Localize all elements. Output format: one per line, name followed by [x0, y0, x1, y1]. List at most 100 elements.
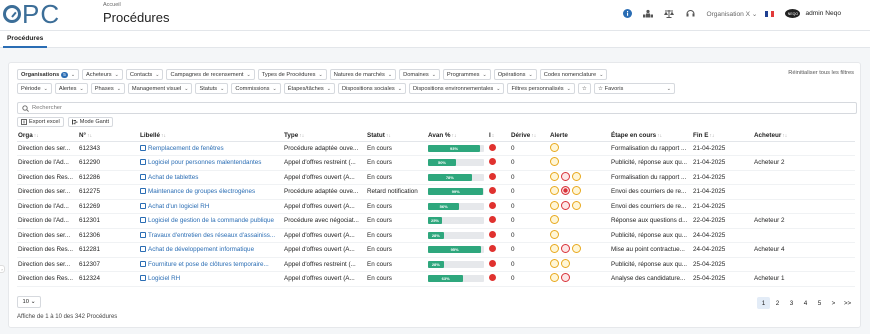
warning-face-icon[interactable]: [550, 229, 559, 239]
column-header[interactable]: Étape en cours↑↓: [610, 130, 692, 142]
page-button[interactable]: >>: [841, 297, 854, 309]
warning-face-icon[interactable]: [550, 171, 559, 181]
sort-icon[interactable]: ↑↓: [531, 133, 536, 139]
warning-face-icon[interactable]: [550, 215, 559, 225]
procedure-link[interactable]: Achat de tablettes: [148, 174, 198, 181]
procedure-link[interactable]: Achat de développement informatique: [148, 246, 254, 253]
warning-face-icon[interactable]: [550, 244, 559, 254]
info-icon[interactable]: [622, 9, 632, 19]
favorites-select[interactable]: ☆ Favoris ⌄: [593, 83, 675, 94]
user-name[interactable]: admin Neqo: [805, 10, 841, 17]
table-row[interactable]: Direction des Res... 612324 Logiciel RH App…: [17, 271, 855, 287]
star-filter-button[interactable]: ☆: [577, 83, 591, 94]
cell-libelle[interactable]: Achat de développement informatique: [139, 242, 283, 258]
procedure-link[interactable]: Logiciel RH: [148, 275, 180, 282]
filter--tapes-t-ches[interactable]: Étapes/tâches ⌄: [283, 83, 335, 94]
warning-face-icon[interactable]: [550, 157, 559, 167]
table-row[interactable]: Direction des ser... 612275 Maintenance de…: [17, 184, 855, 200]
check-alert-icon[interactable]: [561, 200, 570, 210]
sort-icon[interactable]: ↑↓: [34, 133, 39, 139]
column-header[interactable]: Orga↑↓: [17, 130, 78, 142]
sidebar-toggle[interactable]: ›: [0, 265, 5, 273]
procedure-link[interactable]: Logiciel pour personnes malentendantes: [148, 159, 261, 166]
export-excel-button[interactable]: Export excel: [17, 117, 64, 127]
organisation-selector[interactable]: Organisation X ⌄: [706, 10, 757, 18]
filter-contacts[interactable]: Contacts ⌄: [125, 69, 164, 80]
procedure-link[interactable]: Travaux d'entretien des réseaux d'assain…: [148, 232, 275, 239]
table-row[interactable]: Direction de l'Ad... 612269 Achat d'un log…: [17, 199, 855, 214]
page-button[interactable]: 3: [785, 297, 798, 309]
tab-procedures[interactable]: Procédures: [3, 31, 48, 48]
column-header[interactable]: Alerte: [549, 130, 610, 142]
check-alert-icon[interactable]: [561, 244, 570, 254]
breadcrumb[interactable]: Accueil: [103, 2, 121, 8]
sort-icon[interactable]: ↑↓: [87, 133, 92, 139]
filter-filtres-personnalis-s[interactable]: Filtres personnalisés ⌄: [507, 83, 575, 94]
filter-campagnes-de-recensement[interactable]: Campagnes de recensement ⌄: [166, 69, 255, 80]
page-button[interactable]: 4: [799, 297, 812, 309]
sort-icon[interactable]: ↑↓: [299, 133, 304, 139]
procedure-link[interactable]: Remplacement de fenêtres: [148, 145, 224, 152]
filter-programmes[interactable]: Programmes ⌄: [442, 69, 491, 80]
table-row[interactable]: Direction de l'Ad... 612301 Logiciel de ge…: [17, 213, 855, 229]
opc-logo[interactable]: PC: [3, 1, 60, 27]
filter-op-rations[interactable]: Opérations ⌄: [493, 69, 537, 80]
filter-phases[interactable]: Phases ⌄: [90, 83, 125, 94]
filter-dispositions-sociales[interactable]: Dispositions sociales ⌄: [337, 83, 406, 94]
reset-filters-link[interactable]: Réinitialiser tous les filtres: [788, 70, 854, 76]
filter-management-visuel[interactable]: Management visuel ⌄: [127, 83, 193, 94]
sort-icon[interactable]: ↑↓: [657, 133, 662, 139]
filter-statuts[interactable]: Statuts ⌄: [195, 83, 229, 94]
critical-alert-icon[interactable]: [561, 186, 570, 196]
filter-acheteurs[interactable]: Acheteurs ⌄: [82, 69, 123, 80]
table-row[interactable]: Direction des ser... 612343 Remplacement d…: [17, 141, 855, 156]
table-row[interactable]: Direction de l'Ad... 612290 Logiciel pour …: [17, 155, 855, 171]
cell-libelle[interactable]: Achat de tablettes: [139, 170, 283, 185]
warning-face-icon[interactable]: [550, 200, 559, 210]
cell-libelle[interactable]: Fourniture et pose de clôtures temporair…: [139, 257, 283, 272]
cell-libelle[interactable]: Travaux d'entretien des réseaux d'assain…: [139, 228, 283, 243]
sort-icon[interactable]: ↑↓: [452, 133, 457, 139]
sort-icon[interactable]: ↑↓: [782, 133, 787, 139]
scale-icon[interactable]: [664, 9, 675, 19]
cell-libelle[interactable]: Logiciel pour personnes malentendantes: [139, 155, 283, 171]
column-header[interactable]: Fin E↑↓: [692, 130, 753, 142]
filter-organisations[interactable]: Organisations 5 ⌄: [17, 69, 80, 80]
sort-icon[interactable]: ↑↓: [709, 133, 714, 139]
table-row[interactable]: Direction des ser... 612306 Travaux d'entr…: [17, 228, 855, 243]
warning-face-icon[interactable]: [561, 258, 570, 268]
team-icon[interactable]: [643, 9, 654, 19]
cell-libelle[interactable]: Remplacement de fenêtres: [139, 141, 283, 156]
check-alert-icon[interactable]: [561, 273, 570, 283]
page-size-select[interactable]: 10 ⌄: [17, 296, 41, 308]
sort-icon[interactable]: ↑↓: [386, 133, 391, 139]
procedure-link[interactable]: Fourniture et pose de clôtures temporair…: [148, 261, 269, 268]
warning-face-icon[interactable]: [550, 186, 559, 196]
warning-face-icon[interactable]: [572, 186, 581, 196]
warning-face-icon[interactable]: [550, 258, 559, 268]
column-header[interactable]: Acheteur↑↓: [753, 130, 855, 142]
page-button[interactable]: 1: [757, 297, 770, 309]
table-row[interactable]: Direction des Res... 612281 Achat de dével…: [17, 242, 855, 258]
filter-commissions[interactable]: Commissions ⌄: [231, 83, 281, 94]
filter-natures-de-march-s[interactable]: Natures de marchés ⌄: [329, 69, 397, 80]
sort-icon[interactable]: ↕: [492, 133, 495, 139]
column-header[interactable]: Statut↑↓: [366, 130, 427, 142]
search-input[interactable]: Rechercher: [17, 102, 857, 114]
table-row[interactable]: Direction des ser... 612307 Fourniture et …: [17, 257, 855, 272]
table-row[interactable]: Direction des Res... 612286 Achat de table…: [17, 170, 855, 185]
warning-face-icon[interactable]: [550, 142, 559, 152]
warning-face-icon[interactable]: [572, 171, 581, 181]
column-header[interactable]: Dérive↑↓: [510, 130, 549, 142]
procedure-link[interactable]: Maintenance de groupes électrogènes: [148, 188, 255, 195]
column-header[interactable]: Type↑↓: [283, 130, 366, 142]
page-button[interactable]: 2: [771, 297, 784, 309]
filter-domaines[interactable]: Domaines ⌄: [399, 69, 440, 80]
filter-p-riode[interactable]: Période ⌄: [17, 83, 52, 94]
procedure-link[interactable]: Achat d'un logiciel RH: [148, 203, 209, 210]
gantt-mode-button[interactable]: Mode Gantt: [67, 117, 114, 127]
filter-alertes[interactable]: Alertes ⌄: [54, 83, 88, 94]
sort-icon[interactable]: ↑↓: [161, 133, 166, 139]
page-button[interactable]: >: [827, 297, 840, 309]
french-flag-icon[interactable]: [765, 10, 775, 17]
